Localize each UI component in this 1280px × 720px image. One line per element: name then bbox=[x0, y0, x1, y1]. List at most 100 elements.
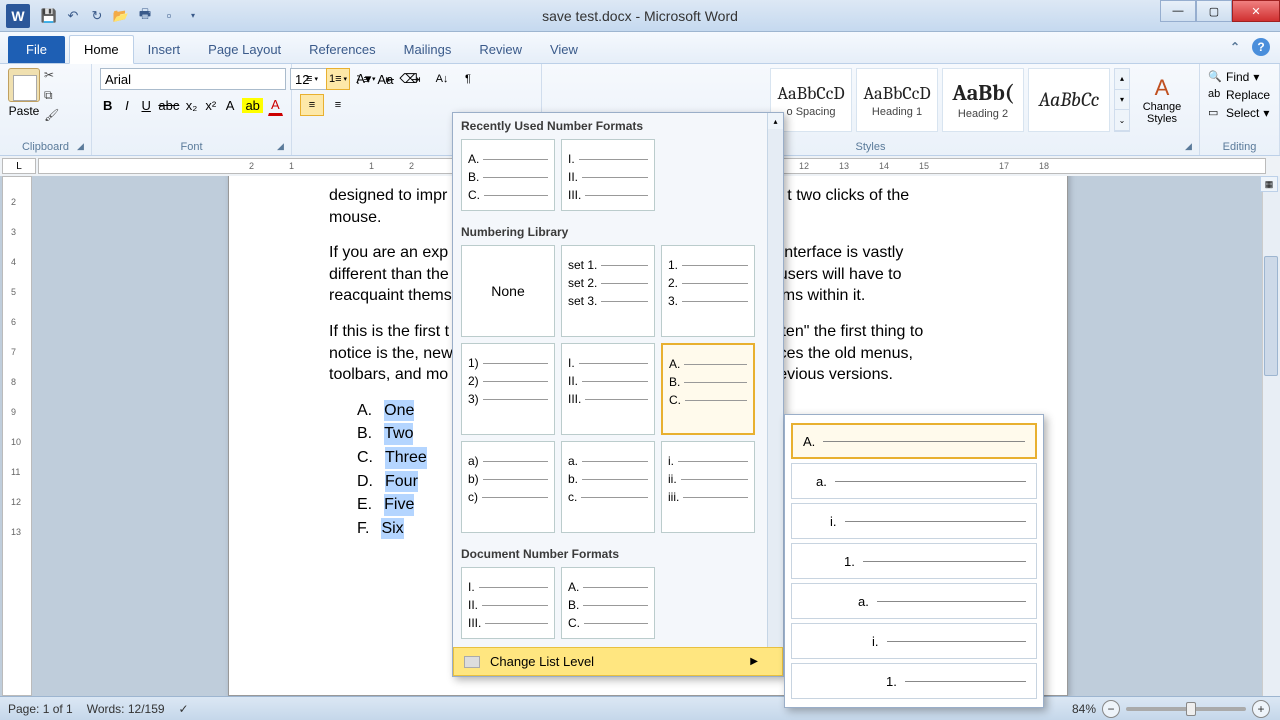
format-painter-icon[interactable]: 🖌 bbox=[44, 108, 60, 124]
format-none[interactable]: None bbox=[461, 245, 555, 337]
format-recent-abc[interactable]: A.B.C. bbox=[461, 139, 555, 211]
strikethrough-button[interactable]: abc bbox=[158, 94, 180, 116]
change-styles-button[interactable]: A Change Styles bbox=[1134, 68, 1190, 132]
dropdown-scrollbar[interactable]: ▴ ▾ bbox=[767, 113, 783, 676]
review-tab[interactable]: Review bbox=[465, 36, 536, 63]
spellcheck-icon[interactable]: ✓ bbox=[179, 702, 189, 716]
style-heading2[interactable]: AaBb( Heading 2 bbox=[942, 68, 1024, 132]
subscript-button[interactable]: x₂ bbox=[184, 94, 199, 116]
sort-button[interactable]: A↓ bbox=[430, 68, 454, 90]
window-title: save test.docx - Microsoft Word bbox=[542, 8, 738, 24]
level-item-7[interactable]: 1. bbox=[791, 663, 1037, 699]
document-formats-header: Document Number Formats bbox=[453, 541, 783, 567]
print-icon[interactable]: 🖶 bbox=[136, 7, 154, 25]
format-recent-roman[interactable]: I.II.III. bbox=[561, 139, 655, 211]
word-app-icon: W bbox=[6, 4, 30, 28]
decrease-indent-button[interactable]: ⇤ bbox=[378, 68, 402, 90]
increase-indent-button[interactable]: ⇥ bbox=[404, 68, 428, 90]
italic-button[interactable]: I bbox=[119, 94, 134, 116]
vertical-scrollbar[interactable] bbox=[1262, 176, 1280, 696]
select-button[interactable]: ▭Select ▾ bbox=[1208, 104, 1271, 122]
toggle-ruler-button[interactable]: ▦ bbox=[1260, 176, 1278, 192]
redo-icon[interactable]: ↻ bbox=[88, 7, 106, 25]
mailings-tab[interactable]: Mailings bbox=[390, 36, 466, 63]
quick-access-toolbar: 💾 ↶ ↻ 📂 🖶 ▫ ▾ bbox=[40, 7, 202, 25]
format-doc-roman[interactable]: I.II.III. bbox=[461, 567, 555, 639]
underline-button[interactable]: U bbox=[139, 94, 154, 116]
status-bar: Page: 1 of 1 Words: 12/159 ✓ 84% − + bbox=[0, 696, 1280, 720]
paste-icon bbox=[8, 68, 40, 102]
file-tab[interactable]: File bbox=[8, 36, 65, 63]
maximize-button[interactable]: ▢ bbox=[1196, 0, 1232, 22]
level-item-5[interactable]: a. bbox=[791, 583, 1037, 619]
level-item-4[interactable]: 1. bbox=[791, 543, 1037, 579]
qat-customize-icon[interactable]: ▾ bbox=[184, 7, 202, 25]
references-tab[interactable]: References bbox=[295, 36, 389, 63]
highlight-color-icon[interactable]: ab bbox=[242, 94, 264, 116]
style-heading1[interactable]: AaBbCcD Heading 1 bbox=[856, 68, 938, 132]
format-abc-upper[interactable]: A.B.C. bbox=[661, 343, 755, 435]
text-effects-icon[interactable]: A bbox=[222, 94, 237, 116]
new-doc-icon[interactable]: ▫ bbox=[160, 7, 178, 25]
scrollbar-thumb[interactable] bbox=[1264, 256, 1278, 376]
cut-icon[interactable]: ✂ bbox=[44, 68, 60, 84]
copy-icon[interactable]: ⧉ bbox=[44, 88, 60, 104]
view-tab[interactable]: View bbox=[536, 36, 592, 63]
zoom-in-button[interactable]: + bbox=[1252, 700, 1270, 718]
minimize-ribbon-icon[interactable]: ⌃ bbox=[1226, 38, 1244, 56]
level-item-1[interactable]: A. bbox=[791, 423, 1037, 459]
superscript-button[interactable]: x² bbox=[203, 94, 218, 116]
level-item-6[interactable]: i. bbox=[791, 623, 1037, 659]
zoom-slider[interactable] bbox=[1126, 707, 1246, 711]
style-title[interactable]: AaBbCc bbox=[1028, 68, 1110, 132]
styles-launcher-icon[interactable]: ◢ bbox=[1185, 141, 1197, 153]
format-set[interactable]: set 1.set 2.set 3. bbox=[561, 245, 655, 337]
bullets-button[interactable]: ≡▾ bbox=[300, 68, 324, 90]
page-layout-tab[interactable]: Page Layout bbox=[194, 36, 295, 63]
level-item-3[interactable]: i. bbox=[791, 503, 1037, 539]
styles-scroll[interactable]: ▴▾⌄ bbox=[1114, 68, 1130, 132]
paste-button[interactable]: Paste bbox=[8, 68, 40, 124]
multilevel-list-button[interactable]: ⋮≡▾ bbox=[352, 68, 376, 90]
help-icon[interactable]: ? bbox=[1252, 38, 1270, 56]
change-list-level-item[interactable]: Change List Level ▶ bbox=[453, 647, 783, 676]
vertical-ruler[interactable]: 2345 6789 10111213 bbox=[2, 176, 32, 696]
font-name-input[interactable] bbox=[100, 68, 286, 90]
format-roman-lower[interactable]: i.ii.iii. bbox=[661, 441, 755, 533]
numbering-button[interactable]: 1≡▾ bbox=[326, 68, 350, 90]
format-abc-lower-dot[interactable]: a.b.c. bbox=[561, 441, 655, 533]
font-color-icon[interactable]: A bbox=[268, 94, 283, 116]
format-abc-lower-paren[interactable]: a)b)c) bbox=[461, 441, 555, 533]
bold-button[interactable]: B bbox=[100, 94, 115, 116]
replace-button[interactable]: abReplace bbox=[1208, 86, 1271, 104]
font-label: Font bbox=[100, 140, 283, 153]
select-icon: ▭ bbox=[1208, 106, 1222, 120]
format-num[interactable]: 1.2.3. bbox=[661, 245, 755, 337]
save-icon[interactable]: 💾 bbox=[40, 7, 58, 25]
zoom-level[interactable]: 84% bbox=[1072, 702, 1096, 716]
title-bar: W 💾 ↶ ↻ 📂 🖶 ▫ ▾ save test.docx - Microso… bbox=[0, 0, 1280, 32]
find-button[interactable]: 🔍Find ▾ bbox=[1208, 68, 1271, 86]
page-status[interactable]: Page: 1 of 1 bbox=[8, 702, 73, 716]
format-doc-abc[interactable]: A.B.C. bbox=[561, 567, 655, 639]
undo-icon[interactable]: ↶ bbox=[64, 7, 82, 25]
font-launcher-icon[interactable]: ◢ bbox=[277, 141, 289, 153]
align-center-button[interactable]: ≡ bbox=[326, 94, 350, 116]
align-left-button[interactable]: ≡ bbox=[300, 94, 324, 116]
numbering-dropdown: ▴ ▾ Recently Used Number Formats A.B.C. … bbox=[452, 112, 784, 677]
word-count[interactable]: Words: 12/159 bbox=[87, 702, 165, 716]
show-marks-button[interactable]: ¶ bbox=[456, 68, 480, 90]
insert-tab[interactable]: Insert bbox=[134, 36, 195, 63]
home-tab[interactable]: Home bbox=[69, 35, 134, 64]
paste-label: Paste bbox=[9, 104, 40, 118]
tab-selector[interactable]: L bbox=[2, 158, 36, 174]
format-paren[interactable]: 1)2)3) bbox=[461, 343, 555, 435]
minimize-button[interactable]: — bbox=[1160, 0, 1196, 22]
open-icon[interactable]: 📂 bbox=[112, 7, 130, 25]
clipboard-launcher-icon[interactable]: ◢ bbox=[77, 141, 89, 153]
format-roman-lib[interactable]: I.II.III. bbox=[561, 343, 655, 435]
close-button[interactable]: ✕ bbox=[1232, 0, 1280, 22]
list-level-flyout: A. a. i. 1. a. i. 1. bbox=[784, 414, 1044, 708]
zoom-out-button[interactable]: − bbox=[1102, 700, 1120, 718]
level-item-2[interactable]: a. bbox=[791, 463, 1037, 499]
